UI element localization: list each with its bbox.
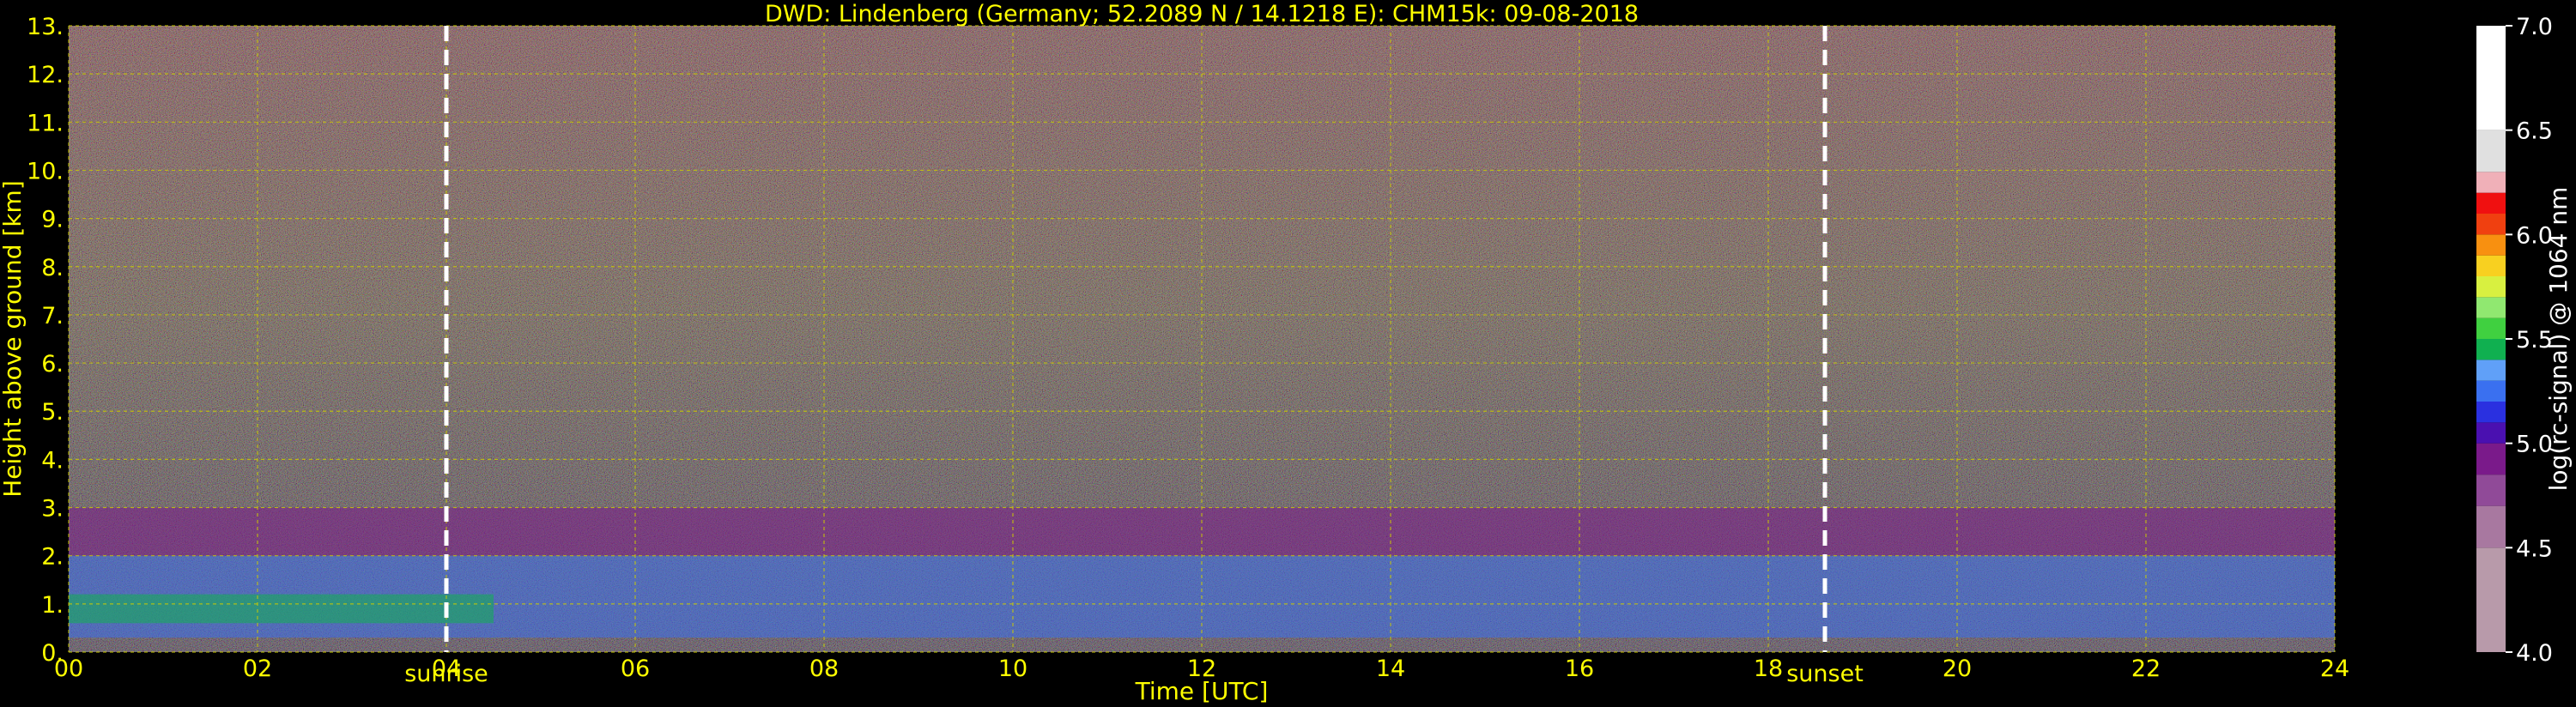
y-tick-label: 3.: [41, 496, 64, 523]
x-tick-label: 10: [998, 656, 1027, 682]
x-tick-label: 02: [243, 656, 272, 682]
ceilometer-chart: sunrise sunset 00 02 04 06 08 10 12 14 16 18 20 22 24…: [0, 1, 2573, 705]
event-label-sunset: sunset: [1786, 661, 1864, 687]
x-axis-label: Time [UTC]: [1135, 677, 1269, 705]
colorbar-segment: [2476, 547, 2506, 652]
x-tick-label: 24: [2320, 656, 2349, 682]
y-tick-label: 10.: [27, 158, 64, 184]
colorbar-segment: [2476, 443, 2506, 475]
y-tick-label: 6.: [41, 351, 64, 378]
colorbar-segment: [2476, 26, 2506, 130]
y-tick-label: 12.: [27, 62, 64, 88]
y-tick-label: 11.: [27, 110, 64, 136]
colorbar-segment: [2476, 234, 2506, 256]
colorbar-segment: [2476, 214, 2506, 235]
y-tick-label: 4.: [41, 447, 64, 474]
x-tick-label: 16: [1565, 656, 1594, 682]
colorbar-segment: [2476, 422, 2506, 444]
colorbar-segment: [2476, 339, 2506, 360]
colorbar-tick-label: 4.0: [2516, 640, 2553, 667]
x-tick-label: 22: [2131, 656, 2161, 682]
chart-title: DWD: Lindenberg (Germany; 52.2089 N / 14…: [765, 1, 1639, 27]
x-tick-label: 08: [809, 656, 839, 682]
y-tick-label: 8.: [41, 255, 64, 281]
colorbar-segment: [2476, 402, 2506, 423]
x-tick-label: 18: [1754, 656, 1783, 682]
colorbar-segment: [2476, 276, 2506, 298]
colorbar-tick-label: 4.5: [2516, 535, 2553, 562]
y-tick-label: 9.: [41, 207, 64, 233]
y-tick-label: 1.: [41, 592, 64, 619]
colorbar-segment: [2476, 380, 2506, 402]
colorbar-segment: [2476, 317, 2506, 339]
y-tick-label: 7.: [41, 303, 64, 329]
x-tick-label: 20: [1943, 656, 1972, 682]
colorbar-segment: [2476, 172, 2506, 193]
colorbar-segment: [2476, 192, 2506, 214]
colorbar-tick-label: 6.5: [2516, 118, 2553, 145]
colorbar-segment: [2476, 297, 2506, 318]
colorbar-label: log(rc-signal) @ 1064 nm: [2544, 187, 2573, 492]
x-tick-label: 14: [1376, 656, 1405, 682]
colorbar-tick-label: 7.0: [2516, 14, 2553, 40]
y-tick-label: 0.: [41, 640, 64, 667]
colorbar: 4.04.55.05.56.06.57.0: [2476, 14, 2553, 667]
colorbar-segment: [2476, 474, 2506, 506]
colorbar-segment: [2476, 130, 2506, 172]
y-axis-label: Height above ground [km]: [0, 180, 27, 498]
plot-area: sunrise sunset: [68, 25, 2336, 687]
y-tick-label: 13.: [27, 14, 64, 40]
y-tick-label: 5.: [41, 399, 64, 426]
x-tick-label: 04: [432, 656, 461, 682]
colorbar-segment: [2476, 255, 2506, 276]
colorbar-segment: [2476, 360, 2506, 381]
layer-residual-layer: [69, 594, 494, 624]
x-tick-label: 06: [621, 656, 650, 682]
y-tick-label: 2.: [41, 544, 64, 571]
colorbar-segment: [2476, 505, 2506, 548]
